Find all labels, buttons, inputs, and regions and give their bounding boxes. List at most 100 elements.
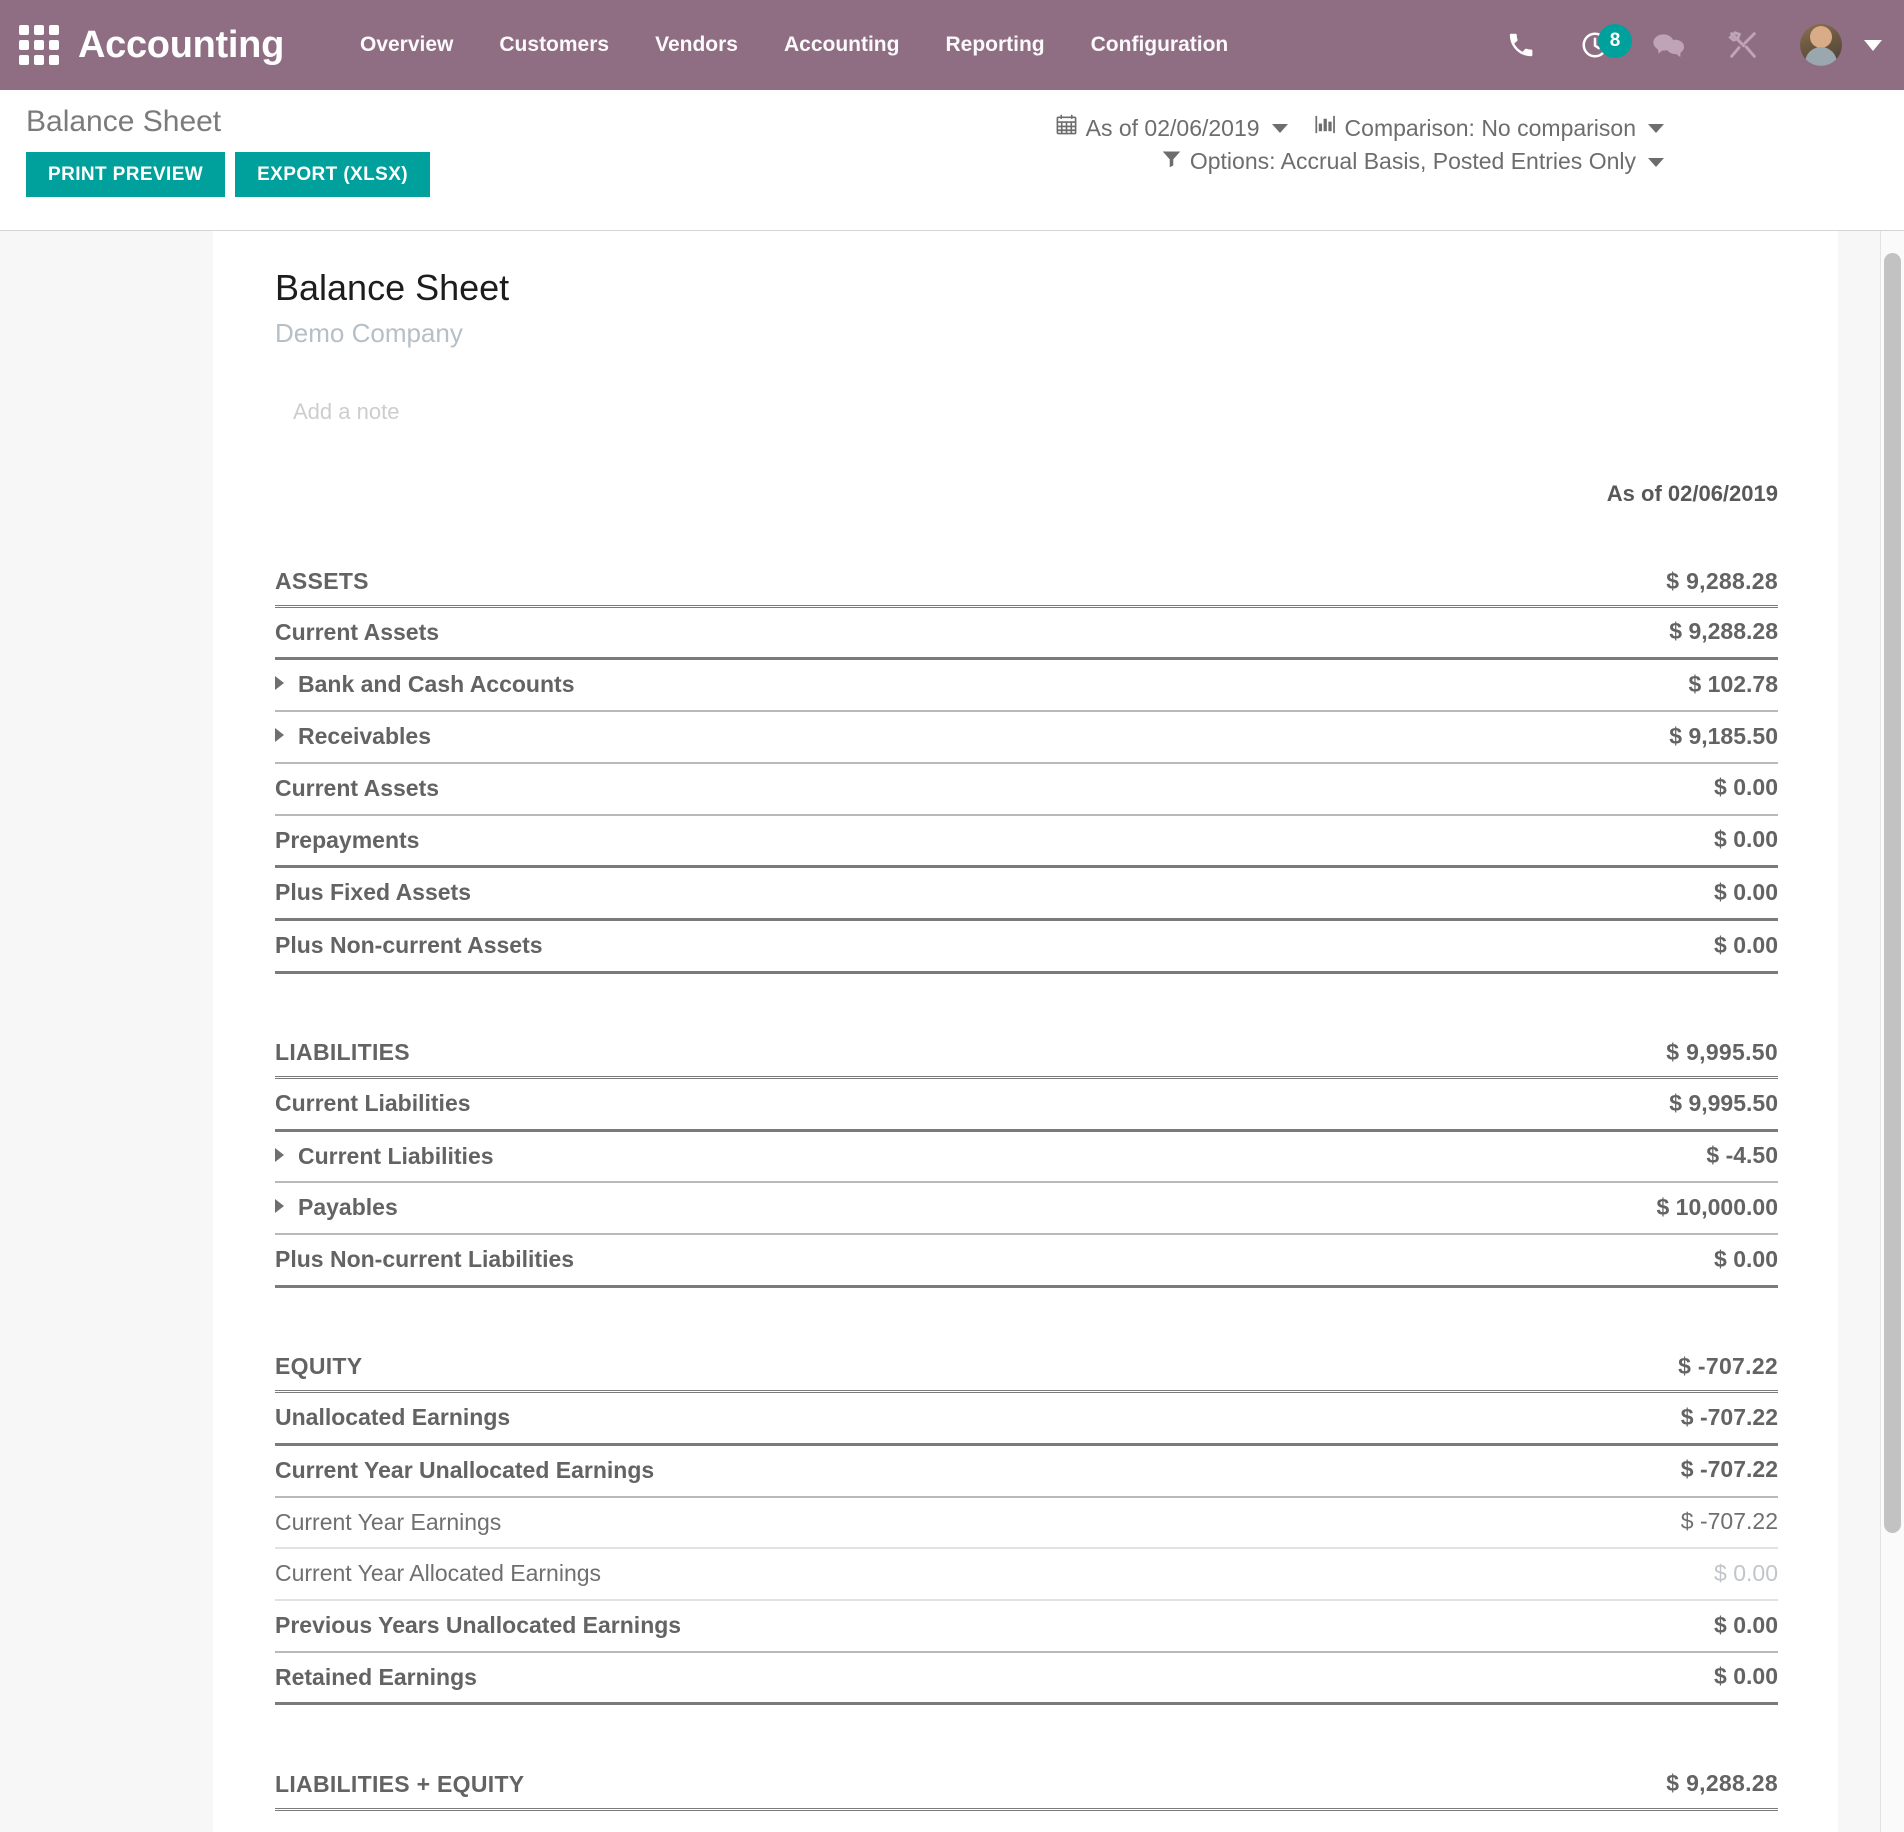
table-head: As of 02/06/2019 [275,481,1778,557]
activity-clock-icon[interactable]: 8 [1578,24,1632,62]
apps-grid-icon[interactable] [18,24,60,66]
row-value: $ -707.22 [1448,1391,1778,1446]
row-value: $ 0.00 [1448,762,1778,816]
spacer-cell [1448,1286,1778,1342]
table-row: Plus Fixed Assets $ 0.00 [275,866,1778,922]
funnel-filter-icon [1161,145,1182,178]
label-column-header [275,481,1448,557]
row-label-cell: ASSETS [275,557,1448,608]
spacer-cell [275,1704,1448,1760]
row-value: $ 9,288.28 [1448,557,1778,608]
row-value: $ -4.50 [1448,1130,1778,1184]
table-row[interactable]: Bank and Cash Accounts $ 102.78 [275,658,1778,713]
table-spacer-row [275,1704,1778,1760]
spacer-cell [275,1286,1448,1342]
table-row: Previous Years Unallocated Earnings $ 0.0… [275,1599,1778,1653]
date-filter[interactable]: As of 02/06/2019 [1055,112,1288,145]
table-header-row: As of 02/06/2019 [275,481,1778,557]
comparison-filter[interactable]: Comparison: No comparison [1314,112,1664,145]
row-value: $ -707.22 [1448,1342,1778,1394]
menu-item-reporting[interactable]: Reporting [945,33,1044,57]
row-value: $ 0.00 [1448,1651,1778,1706]
table-row: Current Assets $ 9,288.28 [275,606,1778,661]
table-row: Prepayments $ 0.00 [275,814,1778,869]
table-row[interactable]: Receivables $ 9,185.50 [275,711,1778,764]
spacer-cell [1448,972,1778,1028]
options-filter-chevron-down-icon [1648,157,1664,167]
row-value: $ 0.00 [1448,866,1778,922]
row-label-cell[interactable]: Receivables [275,711,1448,764]
options-filter-label: Options: Accrual Basis, Posted Entries O… [1189,148,1636,175]
table-row: Plus Non-current Liabilities $ 0.00 [275,1234,1778,1288]
user-avatar[interactable] [1800,24,1842,66]
row-label: LIABILITIES [275,1039,410,1066]
print-preview-button[interactable]: PRINT PREVIEW [26,152,226,197]
control-panel: Balance Sheet PRINT PREVIEW EXPORT (XLSX… [0,90,1904,231]
row-label: ASSETS [275,568,369,595]
row-label-cell: Current Assets [275,762,1448,816]
row-label: Unallocated Earnings [275,1404,511,1431]
table-row: LIABILITIES $ 9,995.50 [275,1028,1778,1079]
phone-icon[interactable] [1504,28,1538,62]
grid-dot [19,25,29,35]
options-filter[interactable]: Options: Accrual Basis, Posted Entries O… [1161,145,1664,178]
menu-item-customers[interactable]: Customers [499,33,609,57]
row-label: Retained Earnings [275,1663,477,1690]
spacer-cell [1448,1704,1778,1760]
user-menu-chevron-down-icon[interactable] [1864,39,1882,51]
export-xlsx-button[interactable]: EXPORT (XLSX) [235,152,430,197]
row-value: $ 0.00 [1448,1548,1778,1601]
wrench-screwdriver-icon[interactable] [1726,28,1760,62]
vertical-scrollbar-thumb[interactable] [1884,253,1901,1533]
grid-dot [49,40,59,50]
table-row: Plus Non-current Assets $ 0.00 [275,919,1778,974]
activity-count-badge: 8 [1598,24,1632,58]
row-label: Current Year Allocated Earnings [275,1560,602,1587]
filters-row-top: As of 02/06/2019 Comparison: No comparis… [1055,112,1664,145]
row-label-cell[interactable]: Payables [275,1182,1448,1236]
row-value: $ 9,185.50 [1448,711,1778,764]
table-row: Current Liabilities $ 9,995.50 [275,1077,1778,1132]
row-label: Current Year Unallocated Earnings [275,1456,655,1483]
menu-item-accounting[interactable]: Accounting [784,33,900,57]
table-row: Current Year Allocated Earnings $ 0.00 [275,1548,1778,1601]
row-label: Current Assets [275,775,440,801]
table-row: ASSETS $ 9,288.28 [275,557,1778,608]
table-row[interactable]: Current Liabilities $ -4.50 [275,1130,1778,1184]
chat-bubbles-icon[interactable] [1652,28,1686,62]
table-row[interactable]: Payables $ 10,000.00 [275,1182,1778,1236]
table-spacer-row [275,972,1778,1028]
date-filter-label: As of 02/06/2019 [1085,115,1260,141]
menu-item-overview[interactable]: Overview [360,33,453,57]
menu-item-vendors[interactable]: Vendors [655,33,738,57]
row-label-cell[interactable]: Bank and Cash Accounts [275,658,1448,713]
row-label: LIABILITIES + EQUITY [275,1771,525,1797]
calendar-icon [1055,112,1078,145]
comparison-filter-chevron-down-icon [1648,124,1664,134]
expand-triangle-icon[interactable] [275,1147,284,1162]
row-label-cell: Plus Fixed Assets [275,866,1448,922]
app-brand-title[interactable]: Accounting [78,24,284,67]
expand-triangle-icon[interactable] [275,728,284,743]
menu-item-configuration[interactable]: Configuration [1091,33,1229,57]
row-label: EQUITY [275,1353,363,1380]
row-value: $ 0.00 [1448,919,1778,974]
expand-triangle-icon[interactable] [275,1199,284,1214]
row-label-cell: Current Year Unallocated Earnings [275,1444,1448,1498]
grid-dot [19,55,29,65]
row-label-cell: Retained Earnings [275,1651,1448,1706]
row-label-cell: Current Assets [275,606,1448,661]
vertical-scrollbar-track[interactable] [1880,231,1904,1832]
add-note-input[interactable]: Add a note [293,399,1778,425]
row-label-cell: Plus Non-current Assets [275,919,1448,974]
expand-triangle-icon[interactable] [275,676,284,691]
row-label: Plus Fixed Assets [275,879,472,906]
row-label-cell: Plus Non-current Liabilities [275,1234,1448,1288]
filters-row-bottom: Options: Accrual Basis, Posted Entries O… [1055,145,1664,178]
row-label-cell[interactable]: Current Liabilities [275,1130,1448,1184]
main-menu: Overview Customers Vendors Accounting Re… [360,33,1228,57]
bar-chart-icon [1314,112,1337,145]
row-value: $ -707.22 [1448,1496,1778,1550]
row-label-cell: Unallocated Earnings [275,1391,1448,1446]
row-label: Current Assets [275,618,440,645]
